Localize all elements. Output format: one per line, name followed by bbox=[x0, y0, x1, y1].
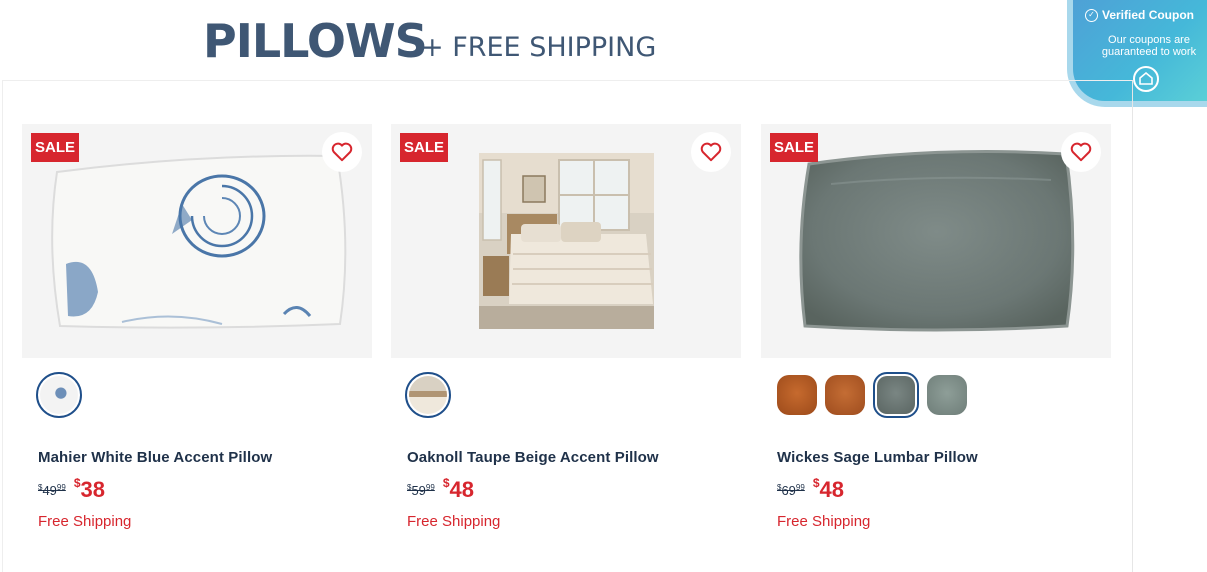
check-circle-icon: ✓ bbox=[1085, 8, 1098, 22]
wishlist-heart-icon[interactable] bbox=[322, 132, 362, 172]
sale-price: $38 bbox=[73, 476, 105, 502]
product-image[interactable]: SALE bbox=[761, 124, 1111, 358]
product-image[interactable]: SALE bbox=[391, 124, 741, 358]
product-name[interactable]: Wickes Sage Lumbar Pillow bbox=[777, 449, 978, 466]
product-name[interactable]: Oaknoll Taupe Beige Accent Pillow bbox=[407, 449, 659, 466]
page-subtitle: + FREE SHIPPING bbox=[421, 32, 657, 63]
coupon-description: Our coupons are guaranteed to work bbox=[1101, 34, 1197, 58]
coupon-heading: Verified Coupon bbox=[1102, 8, 1195, 22]
swatch-sage-selected[interactable] bbox=[873, 372, 919, 418]
page-header: PILLOWS + FREE SHIPPING bbox=[0, 0, 1207, 80]
color-swatches bbox=[777, 372, 967, 418]
original-price: $5999 bbox=[407, 483, 435, 498]
swatch-rust[interactable] bbox=[825, 375, 865, 415]
swatch-taupe-beige[interactable] bbox=[405, 372, 451, 418]
product-name[interactable]: Mahier White Blue Accent Pillow bbox=[38, 449, 272, 466]
wishlist-heart-icon[interactable] bbox=[1061, 132, 1101, 172]
swatch-rust[interactable] bbox=[777, 375, 817, 415]
sale-badge: SALE bbox=[31, 133, 79, 162]
swatch-white-blue[interactable] bbox=[36, 372, 82, 418]
product-card[interactable]: SALE Mahier White Blue Accent Pillow $49… bbox=[22, 124, 372, 530]
wishlist-heart-icon[interactable] bbox=[691, 132, 731, 172]
price-block: $5999 $48 bbox=[407, 476, 474, 503]
free-shipping-label: Free Shipping bbox=[777, 513, 871, 530]
product-card[interactable]: SALE Oaknoll Taupe Beige Accent Pillow $… bbox=[391, 124, 741, 530]
page-title: PILLOWS bbox=[203, 14, 428, 68]
sale-price: $48 bbox=[442, 476, 474, 502]
product-image[interactable]: SALE bbox=[22, 124, 372, 358]
product-card[interactable]: SALE Wickes Sage Lumbar Pillow $6999 $48… bbox=[761, 124, 1111, 530]
sale-badge: SALE bbox=[400, 133, 448, 162]
price-block: $6999 $48 bbox=[777, 476, 844, 503]
swatch-sage-light[interactable] bbox=[927, 375, 967, 415]
color-swatches bbox=[36, 372, 82, 418]
price-block: $4999 $38 bbox=[38, 476, 105, 503]
free-shipping-label: Free Shipping bbox=[407, 513, 501, 530]
sale-badge: SALE bbox=[770, 133, 818, 162]
original-price: $4999 bbox=[38, 483, 66, 498]
coupon-tag-icon[interactable] bbox=[1133, 66, 1159, 92]
coupon-heading-row: ✓ Verified Coupon bbox=[1085, 8, 1207, 22]
color-swatches bbox=[405, 372, 451, 418]
original-price: $6999 bbox=[777, 483, 805, 498]
free-shipping-label: Free Shipping bbox=[38, 513, 132, 530]
sale-price: $48 bbox=[812, 476, 844, 502]
